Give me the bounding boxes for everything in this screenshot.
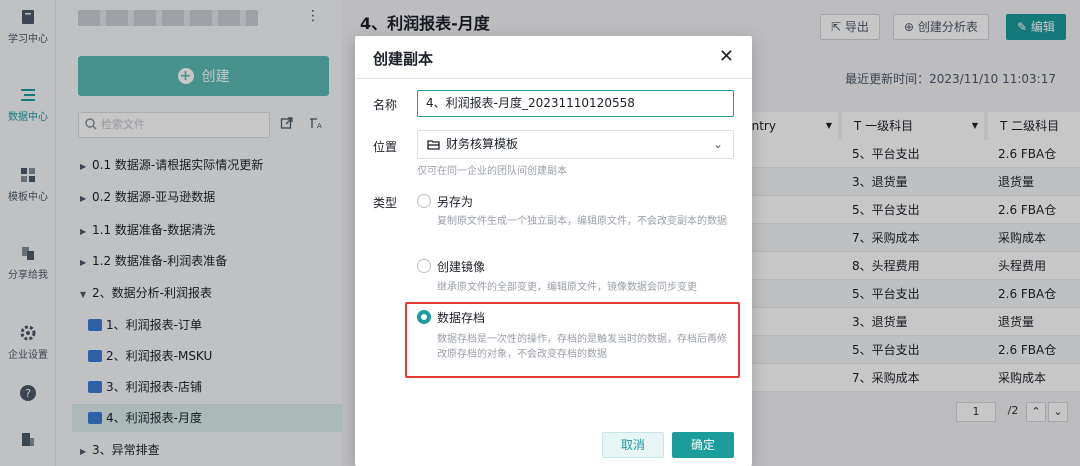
name-label: 名称 (373, 98, 398, 112)
mirror-label[interactable]: 创建镜像 (437, 258, 485, 275)
dialog-divider (355, 78, 752, 79)
chevron-down-icon: ⌄ (712, 137, 723, 151)
dialog-title: 创建副本 (373, 50, 434, 68)
location-value: 财务核算模板 (446, 137, 519, 151)
archive-label[interactable]: 数据存档 (437, 309, 485, 326)
mirror-desc: 继承原文件的全部变更，编辑原文件，镜像数据会同步变更 (437, 282, 697, 293)
mirror-radio[interactable] (417, 259, 431, 273)
save-as-desc: 复制原文件生成一个独立副本，编辑原文件，不会改变副本的数据 (437, 216, 727, 227)
archive-desc: 数据存档是一次性的操作，存档的是触发当时的数据，存档后再修改原存档的对象，不会改… (437, 334, 727, 360)
create-copy-dialog: 创建副本 ✕ 名称 4、利润报表-月度_20231110120558 位置 财务… (355, 36, 752, 466)
location-hint: 仅可在同一企业的团队间创建副本 (417, 166, 567, 177)
location-select[interactable]: 财务核算模板 ⌄ (417, 130, 734, 159)
archive-radio[interactable] (417, 310, 431, 324)
folder-icon (427, 140, 440, 150)
save-as-label[interactable]: 另存为 (437, 193, 473, 210)
location-label: 位置 (373, 140, 398, 154)
confirm-button[interactable]: 确定 (672, 432, 734, 458)
close-icon[interactable]: ✕ (719, 46, 734, 67)
name-field[interactable]: 4、利润报表-月度_20231110120558 (417, 90, 734, 117)
save-as-radio[interactable] (417, 194, 431, 208)
type-label: 类型 (373, 196, 398, 210)
cancel-button[interactable]: 取消 (602, 432, 664, 458)
